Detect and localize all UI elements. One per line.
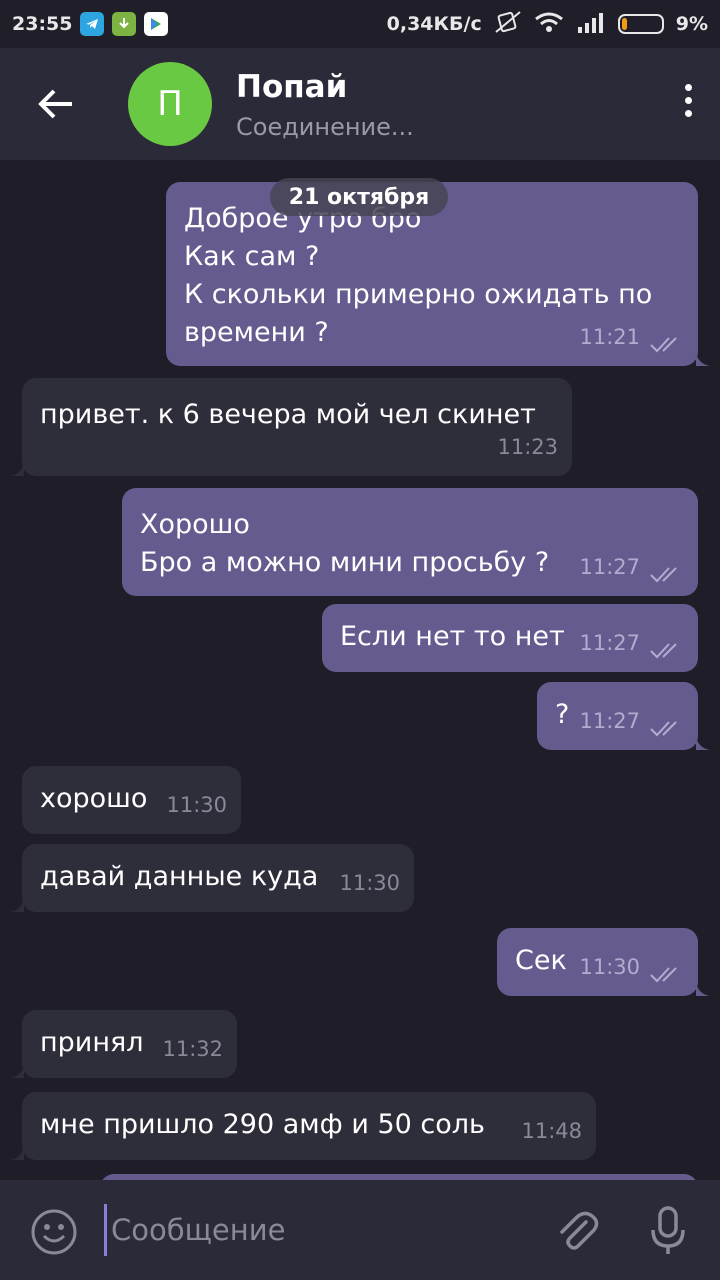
voice-message-button[interactable] [650,1206,686,1260]
emoji-button[interactable] [30,1208,78,1260]
status-bar: 23:55 0,34КБ/с 9% [0,0,720,48]
bubble-tail [696,736,710,750]
smiley-icon [31,1209,77,1255]
contact-name: Попай [236,69,348,105]
chat-header: П Попай Соединение... [0,48,720,160]
bubble-tail [10,462,24,476]
bubble-tail [10,898,24,912]
signal-icon [576,11,606,38]
message-list[interactable]: Доброе утро бро Как сам ? К скольки прим… [0,160,720,1180]
message-incoming[interactable]: хорошо 11:30 [22,766,241,834]
bubble-tail [10,1064,24,1078]
message-time: 11:32 [162,1037,223,1061]
network-speed: 0,34КБ/с [386,13,482,35]
dot-icon [685,84,692,91]
double-check-icon [650,721,677,737]
double-check-icon [650,967,677,983]
message-time: 11:27 [579,709,640,733]
download-icon [112,12,137,36]
contact-info[interactable]: Попай Соединение... [236,67,414,141]
message-time: 11:30 [339,871,400,895]
paperclip-icon [560,1211,599,1250]
status-time: 23:55 [12,13,73,35]
message-time: 11:23 [497,435,558,459]
message-text: мне пришло 290 амф и 50 соль [40,1109,485,1140]
double-check-icon [650,337,677,353]
dot-icon [685,97,692,104]
battery-percent: 9% [675,13,708,35]
message-outgoing[interactable]: Сек 11:30 [497,928,710,996]
back-button[interactable] [0,48,112,160]
message-outgoing[interactable]: Если нет то нет 11:27 [322,604,698,672]
message-time: 11:30 [579,955,640,979]
more-options-button[interactable] [685,84,692,117]
message-time: 11:27 [579,631,640,655]
message-time: 11:30 [166,793,227,817]
message-line: К скольки примерно ожидать по [184,279,653,310]
message-text: привет. к 6 вечера мой чел скинет [40,399,536,430]
message-input-bar: Сообщение [0,1180,720,1280]
message-input[interactable]: Сообщение [104,1204,524,1256]
message-incoming[interactable]: мне пришло 290 амф и 50 соль 11:48 [10,1092,596,1160]
message-incoming[interactable]: давай данные куда 11:30 [10,844,414,912]
message-outgoing[interactable]: Хорошо Бро а можно мини просьбу ? 11:27 [122,488,698,596]
message-incoming[interactable]: принял 11:32 [10,1010,237,1078]
bubble-tail [696,982,710,996]
message-line: Как сам ? [184,241,320,272]
back-arrow-icon [38,89,72,119]
telegram-icon [80,12,105,36]
bubble-tail [696,352,710,366]
bubble-tail [10,1146,24,1160]
attach-button[interactable] [554,1208,600,1258]
message-time: 11:27 [579,555,640,579]
silent-icon [494,10,522,39]
date-separator: 21 октября [270,178,448,216]
contact-status: Соединение... [236,113,414,141]
double-check-icon [650,567,677,583]
microphone-icon [651,1206,685,1254]
wifi-icon [534,11,564,38]
message-time: 11:21 [579,325,640,349]
message-incoming[interactable]: привет. к 6 вечера мой чел скинет 11:23 [10,378,572,476]
dot-icon [685,110,692,117]
avatar[interactable]: П [128,62,212,146]
message-outgoing[interactable]: ? 11:27 [537,682,710,750]
play-store-icon [144,12,169,36]
double-check-icon [650,643,677,659]
battery-icon [617,14,664,34]
message-time: 11:48 [521,1119,582,1143]
message-line: Хорошо [140,509,250,540]
